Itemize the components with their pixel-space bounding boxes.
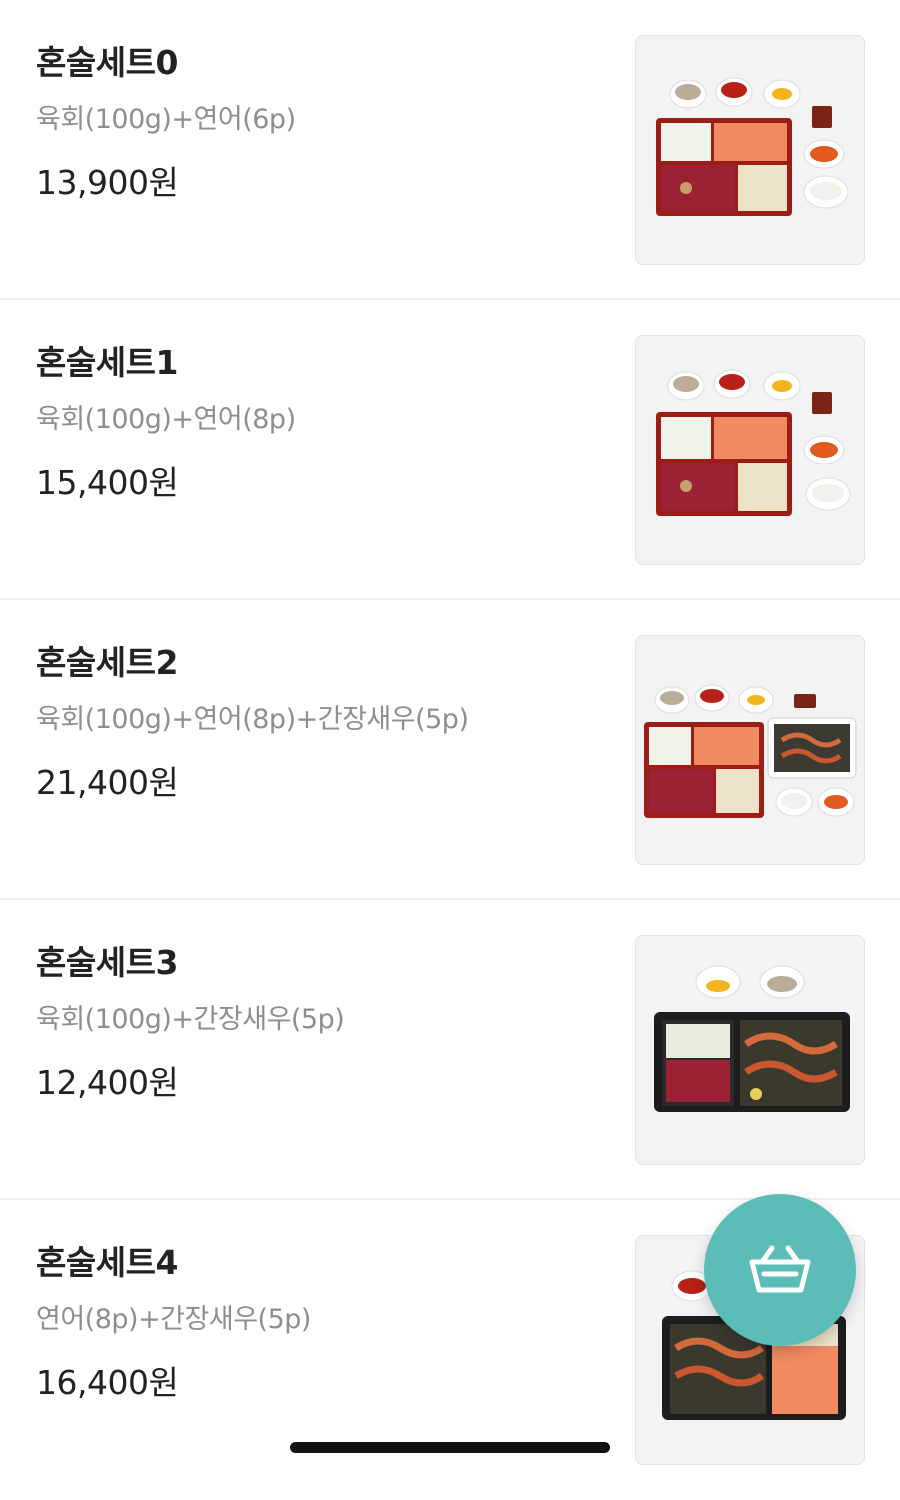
- item-name: 혼술세트4: [36, 1243, 178, 1282]
- menu-item[interactable]: 혼술세트2 육회(100g)+연어(8p)+간장새우(5p) 21,400원: [0, 600, 900, 900]
- item-price: 16,400원: [36, 1363, 179, 1402]
- menu-item[interactable]: 혼술세트1 육회(100g)+연어(8p) 15,400원: [0, 300, 900, 600]
- item-photo[interactable]: [635, 35, 865, 265]
- menu-item[interactable]: 혼술세트0 육회(100g)+연어(6p) 13,900원: [0, 0, 900, 300]
- cart-button[interactable]: [704, 1194, 856, 1346]
- item-price: 15,400원: [36, 463, 179, 502]
- item-description: 육회(100g)+연어(8p)+간장새우(5p): [36, 704, 469, 735]
- item-photo[interactable]: [635, 935, 865, 1165]
- menu-item[interactable]: 혼술세트3 육회(100g)+간장새우(5p) 12,400원: [0, 900, 900, 1200]
- item-description: 육회(100g)+연어(6p): [36, 104, 296, 135]
- home-indicator[interactable]: [290, 1442, 610, 1453]
- item-photo[interactable]: [635, 635, 865, 865]
- item-description: 연어(8p)+간장새우(5p): [36, 1304, 311, 1335]
- item-description: 육회(100g)+연어(8p): [36, 404, 296, 435]
- item-price: 13,900원: [36, 163, 179, 202]
- item-price: 21,400원: [36, 763, 179, 802]
- item-photo[interactable]: [635, 335, 865, 565]
- item-name: 혼술세트2: [36, 643, 178, 682]
- item-name: 혼술세트3: [36, 943, 178, 982]
- item-name: 혼술세트0: [36, 43, 178, 82]
- shopping-basket-icon: [749, 1245, 811, 1293]
- item-description: 육회(100g)+간장새우(5p): [36, 1004, 345, 1035]
- item-price: 12,400원: [36, 1063, 179, 1102]
- item-name: 혼술세트1: [36, 343, 178, 382]
